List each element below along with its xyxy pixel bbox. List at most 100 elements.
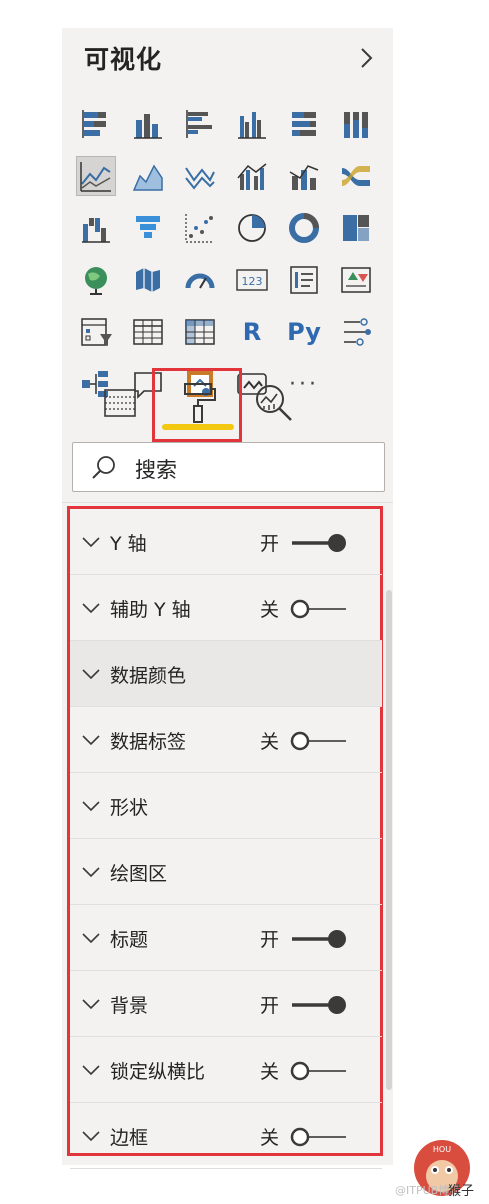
section-label: 数据标签 <box>110 731 187 753</box>
chevron-down-icon <box>82 801 100 812</box>
section-label: 标题 <box>110 929 149 951</box>
format-section[interactable]: 数据标签 关 <box>70 707 382 773</box>
line-chart-icon <box>80 162 111 192</box>
line-stacked-column-chart-button[interactable] <box>284 156 324 196</box>
filled-map-icon <box>136 268 160 292</box>
r-script-visual-button[interactable]: R <box>232 312 272 352</box>
stacked-column-chart-button[interactable] <box>128 104 168 144</box>
donut-chart-button[interactable] <box>284 208 324 248</box>
treemap-icon <box>343 215 369 241</box>
line-stacked-column-chart-icon <box>289 165 319 190</box>
scrollbar[interactable] <box>386 590 392 1090</box>
stacked-bar-chart-icon <box>82 110 106 138</box>
chevron-down-icon <box>82 999 100 1010</box>
100-stacked-column-chart-button[interactable] <box>336 104 376 144</box>
toggle-off[interactable] <box>290 599 348 619</box>
key-influencers-button[interactable] <box>336 312 376 352</box>
collapse-pane-button[interactable] <box>352 44 380 72</box>
toggle-off[interactable] <box>290 731 348 751</box>
clustered-column-chart-icon <box>238 112 266 139</box>
funnel-chart-icon <box>136 216 160 238</box>
section-label: 形状 <box>110 797 149 819</box>
area-chart-icon <box>132 164 163 191</box>
toggle-on[interactable] <box>290 995 348 1015</box>
100-stacked-bar-chart-icon <box>292 112 316 136</box>
stacked-area-chart-button[interactable] <box>180 156 220 196</box>
format-section[interactable]: 数据颜色 <box>70 641 382 707</box>
section-state-label: 关 <box>260 599 280 621</box>
pane-title: 可视化 <box>84 45 163 74</box>
matrix-icon <box>185 319 215 345</box>
svg-text:123: 123 <box>242 275 263 288</box>
treemap-button[interactable] <box>336 208 376 248</box>
fields-icon <box>104 389 136 417</box>
funnel-chart-button[interactable] <box>128 208 168 248</box>
gauge-button[interactable] <box>180 260 220 300</box>
toggle-off[interactable] <box>290 1127 348 1147</box>
kpi-button[interactable] <box>336 260 376 300</box>
format-section[interactable]: 辅助 Y 轴 关 <box>70 575 382 641</box>
chevron-down-icon <box>82 735 100 746</box>
waterfall-chart-icon <box>82 218 110 243</box>
multi-row-card-button[interactable] <box>284 260 324 300</box>
toggle-on[interactable] <box>290 533 348 553</box>
pie-chart-button[interactable] <box>232 208 272 248</box>
scatter-chart-button[interactable] <box>180 208 220 248</box>
search-field[interactable]: 搜索 <box>72 442 385 492</box>
clustered-bar-chart-button[interactable] <box>180 104 220 144</box>
format-section[interactable]: 边框 关 <box>70 1103 382 1169</box>
logo-badge-text: HOU <box>433 1145 451 1154</box>
gauge-icon <box>185 273 215 289</box>
format-section[interactable]: 标题 开 <box>70 905 382 971</box>
100-stacked-bar-chart-button[interactable] <box>284 104 324 144</box>
scatter-chart-icon <box>185 214 214 243</box>
matrix-button[interactable] <box>180 312 220 352</box>
format-section[interactable]: 背景 开 <box>70 971 382 1037</box>
fields-tab[interactable] <box>90 368 150 438</box>
line-clustered-column-chart-button[interactable] <box>232 156 272 196</box>
format-section[interactable]: Y 轴开 <box>70 509 382 575</box>
area-chart-button[interactable] <box>128 156 168 196</box>
card-button[interactable]: 123 <box>232 260 272 300</box>
table-button[interactable] <box>128 312 168 352</box>
chevron-down-icon <box>82 669 100 680</box>
paint-roller-icon <box>184 383 216 423</box>
divider <box>62 502 393 503</box>
pie-chart-icon <box>238 214 266 242</box>
toggle-on[interactable] <box>290 929 348 949</box>
format-section[interactable]: 锁定纵横比 关 <box>70 1037 382 1103</box>
active-tab-underline <box>162 424 234 430</box>
chevron-down-icon <box>82 933 100 944</box>
key-influencers-icon <box>344 318 371 346</box>
chevron-down-icon <box>82 1065 100 1076</box>
pane-header: 可视化 <box>62 28 393 88</box>
section-label: 绘图区 <box>110 863 168 885</box>
map-icon <box>85 267 107 295</box>
ribbon-chart-icon <box>342 166 370 186</box>
line-chart-button[interactable] <box>76 156 116 196</box>
toggle-off[interactable] <box>290 1061 348 1081</box>
chevron-down-icon <box>82 603 100 614</box>
watermark-author: 猴子 <box>448 1184 475 1199</box>
format-section[interactable]: 绘图区 <box>70 839 382 905</box>
map-button[interactable] <box>76 260 116 300</box>
chevron-down-icon <box>82 537 100 548</box>
table-icon <box>133 319 163 345</box>
analytics-tab[interactable] <box>246 368 302 438</box>
slicer-button[interactable] <box>76 312 116 352</box>
section-state-label: 关 <box>260 1061 280 1083</box>
clustered-column-chart-button[interactable] <box>232 104 272 144</box>
section-label: 辅助 Y 轴 <box>110 599 191 621</box>
analytics-icon <box>256 385 292 421</box>
section-state-label: 关 <box>260 1127 280 1149</box>
python-visual-button[interactable]: Py <box>284 312 324 352</box>
multi-row-card-icon <box>290 266 318 294</box>
section-state-label: 开 <box>260 929 280 951</box>
search-icon <box>92 456 115 479</box>
section-label: 边框 <box>110 1127 149 1149</box>
ribbon-chart-button[interactable] <box>336 156 376 196</box>
waterfall-chart-button[interactable] <box>76 208 116 248</box>
stacked-bar-chart-button[interactable] <box>76 104 116 144</box>
filled-map-button[interactable] <box>128 260 168 300</box>
format-section[interactable]: 形状 <box>70 773 382 839</box>
